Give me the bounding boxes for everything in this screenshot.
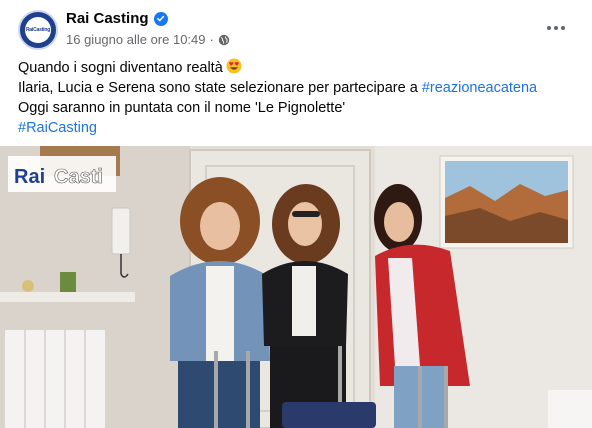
wall-painting (439, 155, 574, 249)
post-line-4: #RaiCasting (18, 118, 578, 138)
page-avatar[interactable]: RaiCasting (18, 10, 58, 50)
post-header: RaiCasting Rai Casting 16 giugno alle or… (18, 8, 578, 52)
post-line-3: Oggi saranno in puntata con il nome 'Le … (18, 100, 346, 116)
video-watermark: Rai Casti (8, 156, 116, 192)
more-options-button[interactable] (540, 14, 572, 42)
verified-badge-icon (153, 11, 168, 26)
watermark-casting: Casti (54, 166, 103, 188)
page-name-row: Rai Casting (66, 10, 168, 27)
watermark-rai: Rai (14, 166, 45, 188)
avatar-label: RaiCasting (25, 27, 51, 33)
page-name-link[interactable]: Rai Casting (66, 10, 149, 27)
post-meta: 16 giugno alle ore 10:49 · (66, 32, 230, 47)
post-timestamp[interactable]: 16 giugno alle ore 10:49 (66, 32, 206, 47)
hashtag-raicasting[interactable]: #RaiCasting (18, 120, 97, 136)
more-options-icon-dot (554, 26, 558, 30)
globe-icon[interactable] (218, 34, 230, 46)
post-line-1: Quando i sogni diventano realtà (18, 58, 578, 78)
video-frame: Rai Casti (0, 146, 592, 428)
radiator (5, 330, 105, 428)
facebook-post: RaiCasting Rai Casting 16 giugno alle or… (0, 0, 592, 428)
rai-logo-icon: RaiCasting (25, 17, 51, 43)
post-text: Quando i sogni diventano realtà Ilaria, … (18, 58, 578, 138)
person-left (170, 177, 270, 428)
meta-separator: · (209, 32, 214, 47)
post-line-1-text: Quando i sogni diventano realtà (18, 60, 223, 76)
post-line-2-text: Ilaria, Lucia e Serena sono state selezi… (18, 80, 422, 96)
hashtag-reazioneacatena[interactable]: #reazioneacatena (422, 80, 537, 96)
more-options-icon-dot (561, 26, 565, 30)
more-options-icon (547, 26, 551, 30)
video-player[interactable]: Rai Casti (0, 146, 592, 428)
post-line-2: Ilaria, Lucia e Serena sono state selezi… (18, 78, 578, 98)
heart-eyes-emoji-icon (226, 58, 242, 74)
